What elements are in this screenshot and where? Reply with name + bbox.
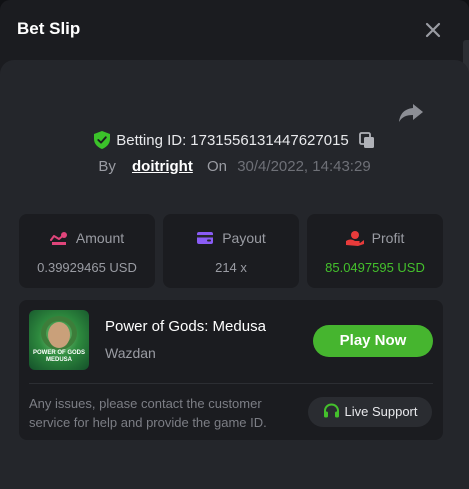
by-label: By	[98, 158, 116, 175]
divider	[29, 383, 433, 384]
on-label: On	[207, 158, 228, 175]
amount-value: 0.39929465 USD	[37, 260, 137, 275]
modal-title: Bet Slip	[17, 19, 81, 38]
coins-icon	[49, 232, 67, 245]
game-provider: Wazdan	[105, 345, 156, 361]
copy-icon[interactable]	[358, 131, 375, 149]
play-now-button[interactable]: Play Now	[313, 325, 433, 357]
share-icon[interactable]	[398, 102, 424, 124]
game-name: Power of Gods: Medusa	[105, 318, 266, 335]
payout-label: Payout	[222, 230, 266, 246]
live-support-label: Live Support	[344, 404, 418, 419]
hand-coin-icon	[345, 231, 364, 246]
support-message: Any issues, please contact the customer …	[29, 396, 267, 430]
wallet-icon	[197, 232, 214, 244]
betting-id-value: 1731556131447627015	[190, 131, 349, 149]
betting-id-label: Betting ID:	[116, 131, 187, 149]
game-card: POWER OF GODS MEDUSA Power of Gods: Medu…	[19, 300, 443, 440]
live-support-button[interactable]: Live Support	[308, 397, 432, 427]
close-icon[interactable]	[423, 20, 443, 40]
bet-slip-modal: Bet Slip Betting ID: 1731556131447627015…	[0, 0, 469, 489]
payout-value: 214 x	[215, 260, 247, 275]
betting-id-row: Betting ID: 1731556131447627015	[0, 131, 469, 153]
modal-header: Bet Slip	[0, 0, 469, 60]
bet-datetime: 30/4/2022, 14:43:29	[237, 158, 371, 175]
payout-card: Payout 214 x	[163, 214, 299, 288]
game-thumbnail-logo: POWER OF GODS MEDUSA	[32, 350, 85, 363]
amount-label: Amount	[75, 230, 125, 246]
amount-card: Amount 0.39929465 USD	[19, 214, 155, 288]
profit-value: 85.0497595 USD	[325, 260, 425, 275]
headset-icon	[323, 403, 339, 418]
profit-label: Profit	[371, 230, 405, 246]
game-thumbnail[interactable]: POWER OF GODS MEDUSA	[29, 310, 89, 370]
bet-author-row: By doitright On 30/4/2022, 14:43:29	[0, 158, 469, 175]
shield-check-icon	[94, 131, 111, 149]
profit-card: Profit 85.0497595 USD	[307, 214, 443, 288]
username-link[interactable]: doitright	[132, 158, 193, 175]
